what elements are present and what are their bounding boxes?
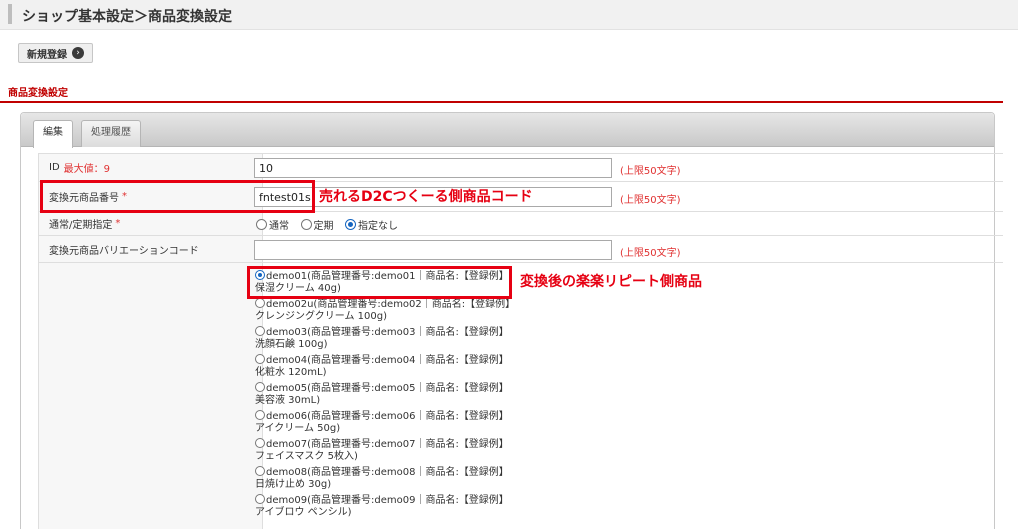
- required-mark: *: [115, 218, 121, 229]
- radio-icon: [255, 438, 265, 448]
- radio-icon: [255, 326, 265, 336]
- radio-icon: [255, 494, 265, 504]
- product-option-line1: demo04(商品管理番号:demo04｜商品名:【登録例】: [266, 355, 509, 366]
- product-option[interactable]: demo07(商品管理番号:demo07｜商品名:【登録例】 フェイスマスク 5枚…: [255, 438, 535, 463]
- variation-limit: (上限50文字): [620, 248, 681, 259]
- form-row-type: 通常/定期指定 * 通常 定期 指定なし: [38, 212, 1003, 236]
- radio-subscription-label: 定期: [313, 221, 334, 232]
- source-code-annotation: 売れるD2Cつくーる側商品コード: [319, 189, 533, 205]
- product-option-line1: demo03(商品管理番号:demo03｜商品名:【登録例】: [266, 327, 509, 338]
- product-option[interactable]: demo01(商品管理番号:demo01｜商品名:【登録例】 保湿クリーム 40g…: [255, 270, 535, 295]
- form-row-id: ID 最大値：9 (上限50文字): [38, 153, 1003, 182]
- product-option[interactable]: demo03(商品管理番号:demo03｜商品名:【登録例】 洗顔石鹸 100g): [255, 326, 535, 351]
- product-option-line2: クレンジングクリーム 100g): [255, 311, 388, 322]
- variation-input[interactable]: [254, 240, 612, 260]
- product-option-line2: アイブロウ ペンシル): [255, 507, 352, 518]
- product-option[interactable]: demo06(商品管理番号:demo06｜商品名:【登録例】 アイクリーム 50g…: [255, 410, 535, 435]
- product-annotation: 変換後の楽楽リピート側商品: [520, 274, 702, 290]
- product-option-line1: demo09(商品管理番号:demo09｜商品名:【登録例】: [266, 495, 509, 506]
- form-row-products: demo01(商品管理番号:demo01｜商品名:【登録例】 保湿クリーム 40g…: [38, 263, 1003, 529]
- product-option-line2: 美容液 30mL): [255, 395, 321, 406]
- id-max-value: 最大値：9: [63, 164, 111, 175]
- page-header: ショップ基本設定＞商品変換設定: [0, 0, 1018, 30]
- radio-icon: [255, 410, 265, 420]
- radio-subscription[interactable]: 定期: [300, 217, 334, 232]
- radio-none[interactable]: 指定なし: [345, 217, 398, 232]
- radio-normal-label: 通常: [269, 221, 289, 232]
- product-option-line1: demo06(商品管理番号:demo06｜商品名:【登録例】: [266, 411, 509, 422]
- product-option[interactable]: demo02u(商品管理番号:demo02｜商品名:【登録例】 クレンジングクリー…: [255, 298, 535, 323]
- product-option-line1: demo07(商品管理番号:demo07｜商品名:【登録例】: [266, 439, 509, 450]
- radio-icon: [255, 466, 265, 476]
- id-limit: (上限50文字): [620, 166, 681, 177]
- product-option-line1: demo05(商品管理番号:demo05｜商品名:【登録例】: [266, 383, 509, 394]
- id-value-cell: (上限50文字): [254, 154, 1003, 181]
- product-radio-list: demo01(商品管理番号:demo01｜商品名:【登録例】 保湿クリーム 40g…: [255, 270, 535, 522]
- id-label-text: ID: [49, 162, 60, 173]
- variation-value-cell: (上限50文字): [254, 236, 1003, 262]
- radio-normal[interactable]: 通常: [256, 217, 289, 232]
- type-label-text: 通常/定期指定: [49, 220, 113, 231]
- products-label: [38, 263, 263, 529]
- header-accent-bar: [8, 4, 12, 24]
- id-input[interactable]: [254, 158, 612, 178]
- radio-none-label: 指定なし: [358, 221, 398, 232]
- type-value-cell: 通常 定期 指定なし: [256, 212, 1003, 235]
- radio-icon: [255, 354, 265, 364]
- product-option[interactable]: demo04(商品管理番号:demo04｜商品名:【登録例】 化粧水 120mL): [255, 354, 535, 379]
- product-option-line1: demo08(商品管理番号:demo08｜商品名:【登録例】: [266, 467, 509, 478]
- product-option-line2: フェイスマスク 5枚入): [255, 451, 358, 462]
- product-option-line2: 日焼け止め 30g): [255, 479, 332, 490]
- product-option[interactable]: demo05(商品管理番号:demo05｜商品名:【登録例】 美容液 30mL): [255, 382, 535, 407]
- product-option-line2: アイクリーム 50g): [255, 423, 341, 434]
- section-title: 商品変換設定: [8, 88, 68, 99]
- product-option-line2: 化粧水 120mL): [255, 367, 327, 378]
- product-option[interactable]: demo09(商品管理番号:demo09｜商品名:【登録例】 アイブロウ ペンシル…: [255, 494, 535, 519]
- product-option[interactable]: demo08(商品管理番号:demo08｜商品名:【登録例】 日焼け止め 30g): [255, 466, 535, 491]
- section-divider: [0, 101, 1003, 103]
- variation-label: 変換元商品バリエーションコード: [38, 236, 263, 262]
- radio-icon: [256, 219, 267, 230]
- id-label: ID 最大値：9: [38, 154, 263, 181]
- new-registration-label: 新規登録: [27, 49, 67, 61]
- radio-selected-icon: [345, 219, 356, 230]
- product-option-line2: 洗顔石鹸 100g): [255, 339, 328, 350]
- source-code-label: 変換元商品番号 *: [38, 182, 263, 211]
- products-value-cell: demo01(商品管理番号:demo01｜商品名:【登録例】 保湿クリーム 40g…: [255, 263, 1003, 529]
- required-mark: *: [122, 191, 127, 202]
- product-option-line2: 保湿クリーム 40g): [255, 283, 341, 294]
- radio-selected-icon: [255, 270, 265, 280]
- type-label: 通常/定期指定 *: [38, 212, 263, 235]
- arrow-right-icon: ›: [72, 47, 84, 59]
- tab-history[interactable]: 処理履歴: [81, 120, 141, 147]
- form-row-variation: 変換元商品バリエーションコード (上限50文字): [38, 236, 1003, 263]
- product-option-line1: demo01(商品管理番号:demo01｜商品名:【登録例】: [266, 271, 509, 282]
- page-title: ショップ基本設定＞商品変換設定: [22, 9, 232, 25]
- source-code-limit: (上限50文字): [620, 195, 681, 206]
- source-code-label-text: 変換元商品番号: [49, 193, 119, 204]
- tab-edit[interactable]: 編集: [33, 120, 73, 148]
- radio-icon: [300, 219, 312, 230]
- variation-label-text: 変換元商品バリエーションコード: [49, 245, 199, 257]
- tab-bar: 編集 処理履歴: [21, 113, 994, 148]
- radio-icon: [255, 382, 265, 392]
- new-registration-button[interactable]: 新規登録 ›: [18, 43, 93, 63]
- radio-icon: [255, 298, 265, 308]
- product-option-line1: demo02u(商品管理番号:demo02｜商品名:【登録例】: [266, 299, 516, 310]
